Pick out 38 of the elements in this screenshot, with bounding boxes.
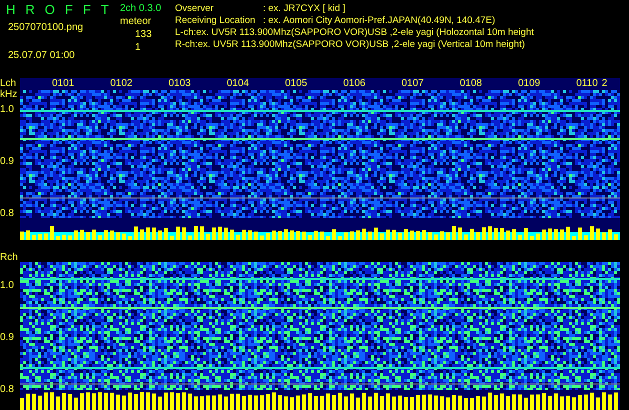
time-label: 0109 <box>518 78 540 90</box>
info-label: Ovserver <box>175 3 215 14</box>
filename-text: 2507070100.png <box>7 22 84 33</box>
meteor-count: 133 <box>134 29 153 40</box>
time-label: 0106 <box>343 78 366 90</box>
logo-letter: F <box>82 3 91 17</box>
time-label: 0108 <box>460 78 482 90</box>
time-label: 0105 <box>285 78 308 90</box>
time-label: 0102 <box>110 78 132 90</box>
channel-info-text: R-ch:ex. UV5R 113.900Mhz(SAPPORO VOR)USB ,2-ele yagi (Vertical 10m height) <box>175 39 526 50</box>
axis-tick-label: 1.0 <box>0 280 15 291</box>
info-label: Receiving Location <box>175 15 256 26</box>
axis-tick-label: 0.9 <box>0 332 15 343</box>
channel-info-text: L-ch:ex. UV5R 113.900Mhz(SAPPORO VOR)USB ,2-ele yagi (Holozontal 10m height <box>175 27 534 38</box>
logo-letter: R <box>25 3 35 17</box>
time-label: 0110 <box>576 78 598 90</box>
datetime-text: 25.07.07 01:00 <box>7 50 76 61</box>
axis-tick-label: 0.8 <box>0 384 15 395</box>
info-value: : ex. Aomori City Aomori-Pref.JAPAN(40.49N, 140.47E) <box>263 15 496 26</box>
channel-label: Lch <box>0 78 18 89</box>
logo-letter: F <box>64 3 73 17</box>
unit-label: kHz <box>0 89 18 100</box>
meteor-count: 1 <box>134 42 142 53</box>
time-label: 0103 <box>168 78 191 90</box>
time-label: 0104 <box>226 78 249 90</box>
channel-label: Rch <box>0 252 19 263</box>
axis-tick-label: 0.9 <box>0 156 15 167</box>
axis-tick-label: 1.0 <box>0 104 15 115</box>
logo-letter: H <box>6 3 16 17</box>
time-label: 0107 <box>402 78 424 90</box>
time-label: 0101 <box>52 78 74 90</box>
axis-tick-label: 0.8 <box>0 208 15 219</box>
version-text: 2ch 0.3.0 <box>120 3 162 14</box>
logo-letter: T <box>100 3 109 17</box>
logo-letter: O <box>44 3 55 17</box>
time-label: 2 <box>602 78 608 90</box>
meteor-label: meteor <box>120 16 152 27</box>
info-value: : ex. JR7CYX [ kid ] <box>263 3 346 14</box>
